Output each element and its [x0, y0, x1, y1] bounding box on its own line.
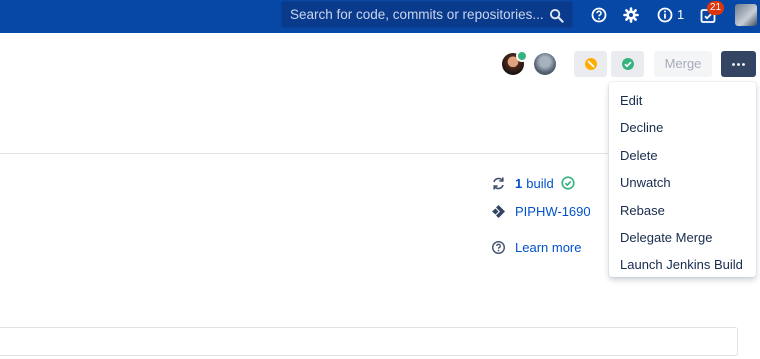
approve-check-icon [622, 58, 634, 70]
learn-more-row[interactable]: Learn more [491, 238, 581, 256]
approve-button[interactable] [611, 51, 644, 77]
build-link[interactable]: build [526, 176, 553, 191]
comment-input[interactable] [0, 327, 738, 356]
menu-item-decline[interactable]: Decline [609, 114, 756, 141]
menu-item-delegate-merge[interactable]: Delegate Merge [609, 224, 756, 251]
approved-check-icon [516, 50, 528, 62]
user-avatar[interactable] [735, 4, 757, 26]
reviewer-avatar[interactable] [534, 53, 556, 75]
needs-work-button[interactable] [574, 51, 607, 77]
more-actions-menu: Edit Decline Delete Unwatch Rebase Deleg… [609, 82, 756, 277]
jira-icon [492, 204, 505, 218]
build-status-row[interactable]: 1 build [491, 174, 575, 192]
jira-issue-link[interactable]: PIPHW-1690 [515, 204, 591, 219]
menu-item-unwatch[interactable]: Unwatch [609, 169, 756, 196]
more-actions-button[interactable] [721, 51, 756, 77]
learn-more-link[interactable]: Learn more [515, 240, 581, 255]
ellipsis-icon [732, 63, 745, 66]
help-icon[interactable] [590, 6, 608, 24]
top-navigation-bar: Search for code, commits or repositories… [0, 0, 760, 33]
menu-item-launch-jenkins-build[interactable]: Launch Jenkins Build [609, 251, 756, 278]
search-input[interactable]: Search for code, commits or repositories… [281, 1, 573, 28]
gear-icon[interactable] [622, 6, 640, 24]
search-icon[interactable] [549, 8, 564, 23]
section-divider [0, 153, 608, 154]
search-placeholder: Search for code, commits or repositories… [290, 7, 544, 22]
menu-item-edit[interactable]: Edit [609, 87, 756, 114]
info-icon[interactable] [656, 6, 674, 24]
sync-icon [493, 177, 504, 189]
notification-count: 1 [677, 7, 685, 22]
menu-item-rebase[interactable]: Rebase [609, 197, 756, 224]
jira-issue-row[interactable]: PIPHW-1690 [491, 202, 591, 220]
needs-work-icon [585, 58, 597, 70]
build-success-icon [561, 176, 575, 190]
inbox-badge: 21 [707, 1, 725, 15]
menu-item-delete[interactable]: Delete [609, 142, 756, 169]
build-count[interactable]: 1 [515, 176, 522, 191]
merge-button[interactable]: Merge [654, 51, 712, 77]
help-circle-icon [491, 240, 506, 254]
